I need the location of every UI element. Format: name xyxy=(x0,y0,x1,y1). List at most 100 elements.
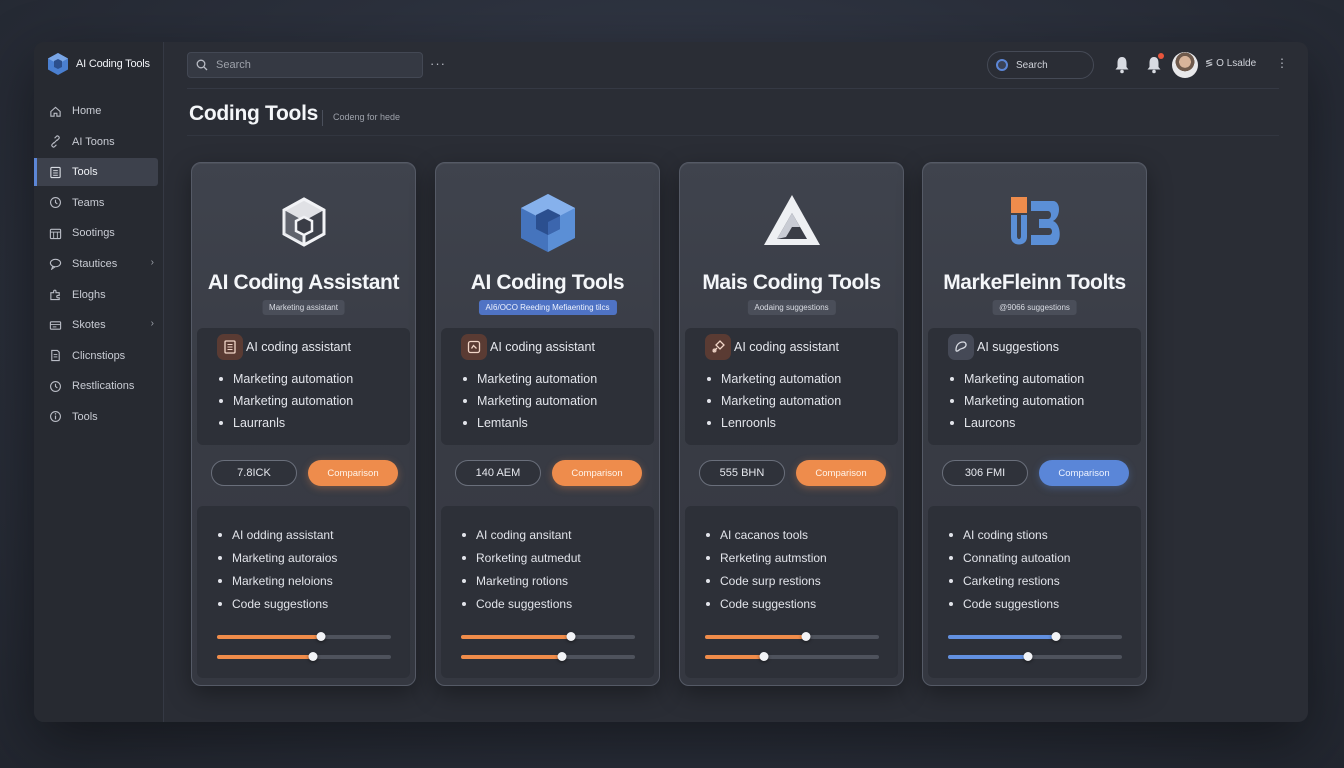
feature-item: Lenroonls xyxy=(707,412,841,434)
lead-feature: AI coding assistant xyxy=(461,334,595,360)
metric-pill[interactable]: 306 FMI xyxy=(942,460,1028,486)
slider-handle[interactable] xyxy=(801,632,811,641)
rating-slider[interactable] xyxy=(948,632,1122,641)
rating-slider[interactable] xyxy=(705,652,879,661)
features-panel: AI coding assistant Marketing automation M… xyxy=(197,328,410,445)
sidebar-item-clicnstiops[interactable]: Clicnstiops xyxy=(34,342,164,370)
global-search-button[interactable]: Search xyxy=(987,51,1094,79)
page-subtitle: Codeng for hede xyxy=(333,112,401,122)
rating-slider[interactable] xyxy=(705,632,879,641)
chevron-right-icon[interactable]: › xyxy=(151,318,154,329)
detail-list: AI cacanos tools Rerketing autmstion Code … xyxy=(706,523,827,615)
sidebar-item-label: Teams xyxy=(72,196,105,209)
card-title: Mais Coding Tools xyxy=(702,271,881,294)
rating-slider[interactable] xyxy=(217,652,391,661)
detail-item: Rerketing autmstion xyxy=(706,546,827,569)
notification-badge xyxy=(1158,53,1164,59)
slider-handle[interactable] xyxy=(308,652,318,661)
sidebar-item-home[interactable]: Home xyxy=(34,97,164,125)
rating-slider[interactable] xyxy=(461,652,635,661)
notification-bell-icon[interactable] xyxy=(1146,53,1164,74)
sidebar-item-skotes[interactable]: Skotes › xyxy=(34,311,164,339)
metric-pill[interactable]: 7.8ICK xyxy=(211,460,297,486)
pen-icon xyxy=(705,334,731,360)
features-panel: AI coding assistant Marketing automation M… xyxy=(685,328,898,445)
slider-handle[interactable] xyxy=(759,652,769,661)
detail-item: Marketing autoraios xyxy=(218,546,337,569)
rating-slider[interactable] xyxy=(461,632,635,641)
sidebar-item-eloghs[interactable]: Eloghs xyxy=(34,281,164,309)
more-options-icon[interactable]: ··· xyxy=(430,56,446,71)
app-title: AI Coding Tools xyxy=(76,58,150,70)
sidebar-item-tools[interactable]: Tools xyxy=(34,403,164,431)
feature-item: Marketing automation xyxy=(950,368,1084,390)
card-title: MarkeFleinn Toolts xyxy=(943,271,1126,294)
sidebar-item-restlications[interactable]: Restlications xyxy=(34,372,164,400)
card-tag: Aodaing suggestions xyxy=(747,300,836,315)
kebab-menu-icon[interactable]: ⋮ xyxy=(1276,56,1288,70)
slider-handle[interactable] xyxy=(316,632,326,641)
slider-handle[interactable] xyxy=(557,652,567,661)
sidebar-item-label: Tools xyxy=(72,166,98,179)
details-panel: AI odding assistant Marketing autoraios Ma… xyxy=(197,506,410,678)
cube-outline-icon xyxy=(272,191,336,255)
slider-fill xyxy=(705,635,806,639)
tool-card-markefleinn-toolts[interactable]: MarkeFleinn Toolts @9066 suggestions AI su… xyxy=(922,162,1147,686)
sidebar-item-tools[interactable]: Tools xyxy=(34,158,158,187)
feature-list: Marketing automation Marketing automation… xyxy=(219,368,353,434)
puzzle-icon xyxy=(48,288,62,302)
metric-pill[interactable]: 555 BHN xyxy=(699,460,785,486)
brand[interactable]: AI Coding Tools xyxy=(46,52,150,76)
bell-icon[interactable] xyxy=(1114,56,1130,74)
search-icon xyxy=(196,59,208,71)
detail-item: AI coding ansitant xyxy=(462,523,581,546)
comparison-button[interactable]: Comparison xyxy=(552,460,642,486)
lead-feature-label: AI coding assistant xyxy=(490,340,595,354)
slider-fill xyxy=(948,635,1056,639)
detail-item: Code suggestions xyxy=(218,592,337,615)
slider-fill xyxy=(948,655,1028,659)
comparison-button[interactable]: Comparison xyxy=(796,460,886,486)
search-box[interactable] xyxy=(187,52,423,78)
slider-handle[interactable] xyxy=(1023,652,1033,661)
details-panel: AI coding ansitant Rorketing autmedut Mark… xyxy=(441,506,654,678)
search-dot-icon xyxy=(996,59,1008,71)
sidebar-item-ai-toons[interactable]: AI Toons xyxy=(34,128,164,156)
info-icon xyxy=(48,410,62,424)
document-icon xyxy=(48,349,62,363)
card-tag: AI6/OCO Reeding Mefiaenting tilcs xyxy=(478,300,617,315)
rating-slider[interactable] xyxy=(948,652,1122,661)
search-input[interactable] xyxy=(216,59,396,71)
user-name[interactable]: ≶ O Lsalde xyxy=(1205,58,1256,69)
global-search-label: Search xyxy=(1016,59,1048,71)
tool-card-mais-coding-tools[interactable]: Mais Coding Tools Aodaing suggestions AI c… xyxy=(679,162,904,686)
slider-fill xyxy=(461,635,571,639)
card-tag: @9066 suggestions xyxy=(992,300,1077,315)
rating-slider[interactable] xyxy=(217,632,391,641)
tool-card-ai-coding-assistant[interactable]: AI Coding Assistant Marketing assistant AI… xyxy=(191,162,416,686)
feature-item: Laurranls xyxy=(219,412,353,434)
feature-list: Marketing automation Marketing automation… xyxy=(463,368,597,434)
detail-list: AI coding ansitant Rorketing autmedut Mark… xyxy=(462,523,581,615)
link-icon xyxy=(48,135,62,149)
home-icon xyxy=(48,104,62,118)
chevron-right-icon[interactable]: › xyxy=(151,257,154,268)
detail-item: Code suggestions xyxy=(462,592,581,615)
metric-pill[interactable]: 140 AEM xyxy=(455,460,541,486)
sidebar: AI Coding Tools Home AI Toons Tools Teams So… xyxy=(34,42,164,722)
feature-item: Marketing automation xyxy=(707,390,841,412)
chat-icon xyxy=(48,257,62,271)
sidebar-item-teams[interactable]: Teams xyxy=(34,189,164,217)
comparison-button[interactable]: Comparison xyxy=(308,460,398,486)
divider xyxy=(322,110,323,126)
sidebar-item-label: Tools xyxy=(72,410,98,423)
detail-list: AI coding stions Connating autoation Carke… xyxy=(949,523,1070,615)
sidebar-item-sootings[interactable]: Sootings xyxy=(34,219,164,247)
sidebar-item-stautices[interactable]: Stautices › xyxy=(34,250,164,278)
comparison-button[interactable]: Comparison xyxy=(1039,460,1129,486)
slider-handle[interactable] xyxy=(1051,632,1061,641)
slider-handle[interactable] xyxy=(566,632,576,641)
sidebar-nav: Home AI Toons Tools Teams Sootings Stautices ›… xyxy=(34,97,164,434)
avatar[interactable] xyxy=(1172,52,1198,78)
tool-card-ai-coding-tools[interactable]: AI Coding Tools AI6/OCO Reeding Mefiaenti… xyxy=(435,162,660,686)
